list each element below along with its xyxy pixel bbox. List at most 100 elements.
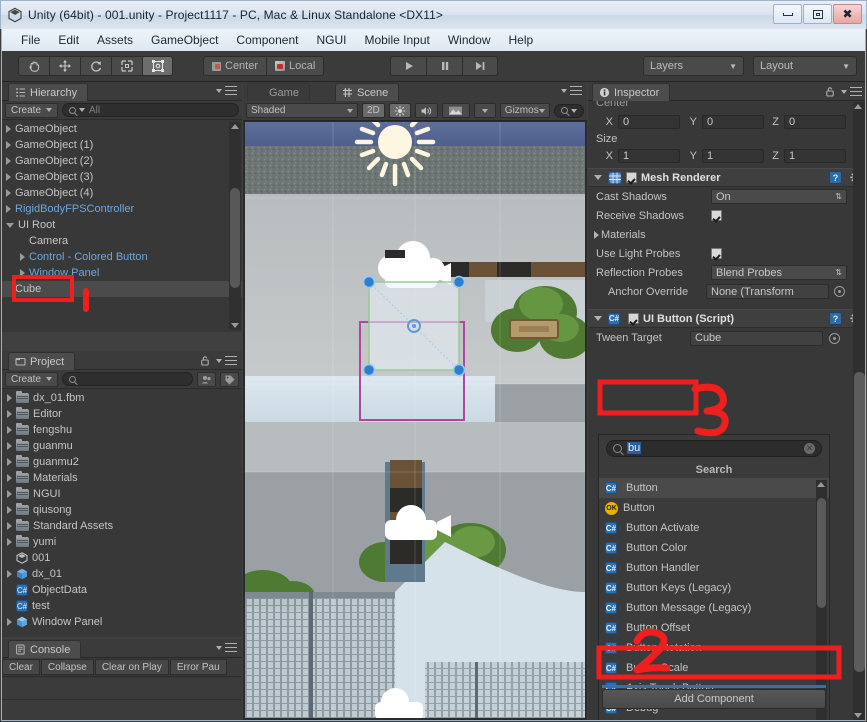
add-component-item[interactable]: OK Button xyxy=(599,498,829,518)
inspector-menu-button[interactable] xyxy=(825,86,862,97)
project-item[interactable]: C# ObjectData xyxy=(2,582,242,598)
console-collapse-button[interactable]: Collapse xyxy=(40,659,94,675)
rotate-tool-button[interactable] xyxy=(80,56,111,76)
chevron-right-icon[interactable] xyxy=(7,442,12,450)
scene-lighting-toggle[interactable] xyxy=(388,103,411,118)
scene-effects-dropdown[interactable] xyxy=(473,103,496,118)
tab-console[interactable]: Console xyxy=(8,640,82,658)
add-component-item[interactable]: C# Button Rotation xyxy=(599,638,829,658)
project-item[interactable]: yumi xyxy=(2,534,242,550)
center-y-field[interactable]: 0 xyxy=(702,114,764,129)
add-component-item[interactable]: C#Image Button xyxy=(599,718,829,720)
ui-button-header[interactable]: C# UI Button (Script) ? xyxy=(588,309,865,328)
minimize-button[interactable] xyxy=(773,4,802,24)
project-item[interactable]: dx_01 xyxy=(2,566,242,582)
project-item[interactable]: NGUI xyxy=(2,486,242,502)
chevron-right-icon[interactable] xyxy=(7,506,12,514)
console-clear-button[interactable]: Clear xyxy=(2,659,40,675)
tween-target-object-field[interactable]: Cube xyxy=(690,330,823,346)
layers-dropdown[interactable]: Layers ▼ xyxy=(643,56,744,76)
chevron-right-icon[interactable] xyxy=(7,426,12,434)
project-menu-button[interactable] xyxy=(200,355,237,366)
chevron-right-icon[interactable] xyxy=(7,538,12,546)
foldout-icon[interactable] xyxy=(594,230,599,239)
chevron-right-icon[interactable] xyxy=(7,570,12,578)
hierarchy-item[interactable]: UI Root xyxy=(2,217,242,233)
chevron-right-icon[interactable] xyxy=(6,205,11,213)
menu-assets[interactable]: Assets xyxy=(88,31,142,49)
project-filter-label-button[interactable] xyxy=(220,371,239,387)
scene-draw-mode-dropdown[interactable]: Shaded xyxy=(246,103,358,118)
scrollbar-thumb[interactable] xyxy=(854,372,865,672)
materials-row[interactable]: Materials xyxy=(588,225,865,244)
project-item[interactable]: Window Panel xyxy=(2,614,242,630)
inspector-scrollbar[interactable] xyxy=(853,102,865,720)
scene-gizmos-dropdown[interactable]: Gizmos xyxy=(499,103,550,118)
pause-button[interactable] xyxy=(426,56,462,76)
menu-component[interactable]: Component xyxy=(227,31,307,49)
space-mode-button[interactable]: Local xyxy=(266,56,325,76)
hierarchy-item[interactable]: Control - Colored Button xyxy=(2,249,242,265)
hierarchy-item[interactable]: GameObject xyxy=(2,121,242,137)
chevron-right-icon[interactable] xyxy=(7,490,12,498)
size-y-field[interactable]: 1 xyxy=(702,148,764,163)
chevron-right-icon[interactable] xyxy=(6,141,11,149)
chevron-right-icon[interactable] xyxy=(7,618,12,626)
size-z-field[interactable]: 1 xyxy=(784,148,846,163)
size-x-field[interactable]: 1 xyxy=(618,148,680,163)
add-component-item[interactable]: C# Button Handler xyxy=(599,558,829,578)
hierarchy-search-input[interactable]: All xyxy=(62,103,239,117)
chevron-right-icon[interactable] xyxy=(7,394,12,402)
scene-2d-toggle[interactable]: 2D xyxy=(362,103,385,118)
add-component-item[interactable]: C# Button Color xyxy=(599,538,829,558)
chevron-right-icon[interactable] xyxy=(20,253,25,261)
project-search-input[interactable] xyxy=(62,372,193,386)
add-component-item[interactable]: C# Button Keys (Legacy) xyxy=(599,578,829,598)
hierarchy-item[interactable]: Window Panel xyxy=(2,265,242,281)
tab-scene[interactable]: Scene xyxy=(335,83,400,101)
tab-inspector[interactable]: Inspector xyxy=(592,83,671,101)
add-component-item[interactable]: C# Button xyxy=(599,478,829,498)
chevron-right-icon[interactable] xyxy=(7,410,12,418)
hierarchy-item[interactable]: GameObject (2) xyxy=(2,153,242,169)
project-item[interactable]: guanmu2 xyxy=(2,454,242,470)
scroll-up-icon[interactable] xyxy=(231,124,239,129)
menu-ngui[interactable]: NGUI xyxy=(307,31,355,49)
scene-menu-button[interactable] xyxy=(561,86,582,95)
mesh-renderer-header[interactable]: Mesh Renderer ? xyxy=(588,168,865,187)
add-component-item[interactable]: C# Button Scale xyxy=(599,658,829,678)
scale-tool-button[interactable] xyxy=(111,56,142,76)
project-item[interactable]: C# test xyxy=(2,598,242,614)
project-item[interactable]: 001 xyxy=(2,550,242,566)
console-clear-on-play-button[interactable]: Clear on Play xyxy=(94,659,169,675)
layout-dropdown[interactable]: Layout ▼ xyxy=(753,56,857,76)
hierarchy-item[interactable]: RigidBodyFPSController xyxy=(2,201,242,217)
help-icon[interactable]: ? xyxy=(829,312,842,325)
scene-viewport[interactable] xyxy=(245,122,585,718)
project-create-button[interactable]: Create xyxy=(5,371,59,387)
menu-window[interactable]: Window xyxy=(439,31,500,49)
tab-game[interactable]: Game xyxy=(247,83,310,101)
chevron-right-icon[interactable] xyxy=(6,189,11,197)
add-component-item[interactable]: C# Button Offset xyxy=(599,618,829,638)
hierarchy-item[interactable]: GameObject (4) xyxy=(2,185,242,201)
scroll-up-icon[interactable] xyxy=(817,482,825,487)
ui-button-enabled-checkbox[interactable] xyxy=(628,313,639,324)
menu-gameobject[interactable]: GameObject xyxy=(142,31,227,49)
project-item[interactable]: guanmu xyxy=(2,438,242,454)
project-item[interactable]: Materials xyxy=(2,470,242,486)
play-button[interactable] xyxy=(390,56,426,76)
scrollbar-thumb[interactable] xyxy=(817,498,826,608)
hierarchy-item[interactable]: GameObject (3) xyxy=(2,169,242,185)
chevron-right-icon[interactable] xyxy=(7,522,12,530)
hierarchy-item[interactable]: Camera xyxy=(2,233,242,249)
center-x-field[interactable]: 0 xyxy=(618,114,680,129)
menu-file[interactable]: File xyxy=(12,31,49,49)
add-component-item[interactable]: C# Button Activate xyxy=(599,518,829,538)
chevron-right-icon[interactable] xyxy=(6,173,11,181)
project-item[interactable]: qiusong xyxy=(2,502,242,518)
foldout-icon[interactable] xyxy=(594,316,602,321)
project-item[interactable]: Standard Assets xyxy=(2,518,242,534)
scroll-down-icon[interactable] xyxy=(854,713,862,718)
hierarchy-menu-button[interactable] xyxy=(216,86,237,95)
